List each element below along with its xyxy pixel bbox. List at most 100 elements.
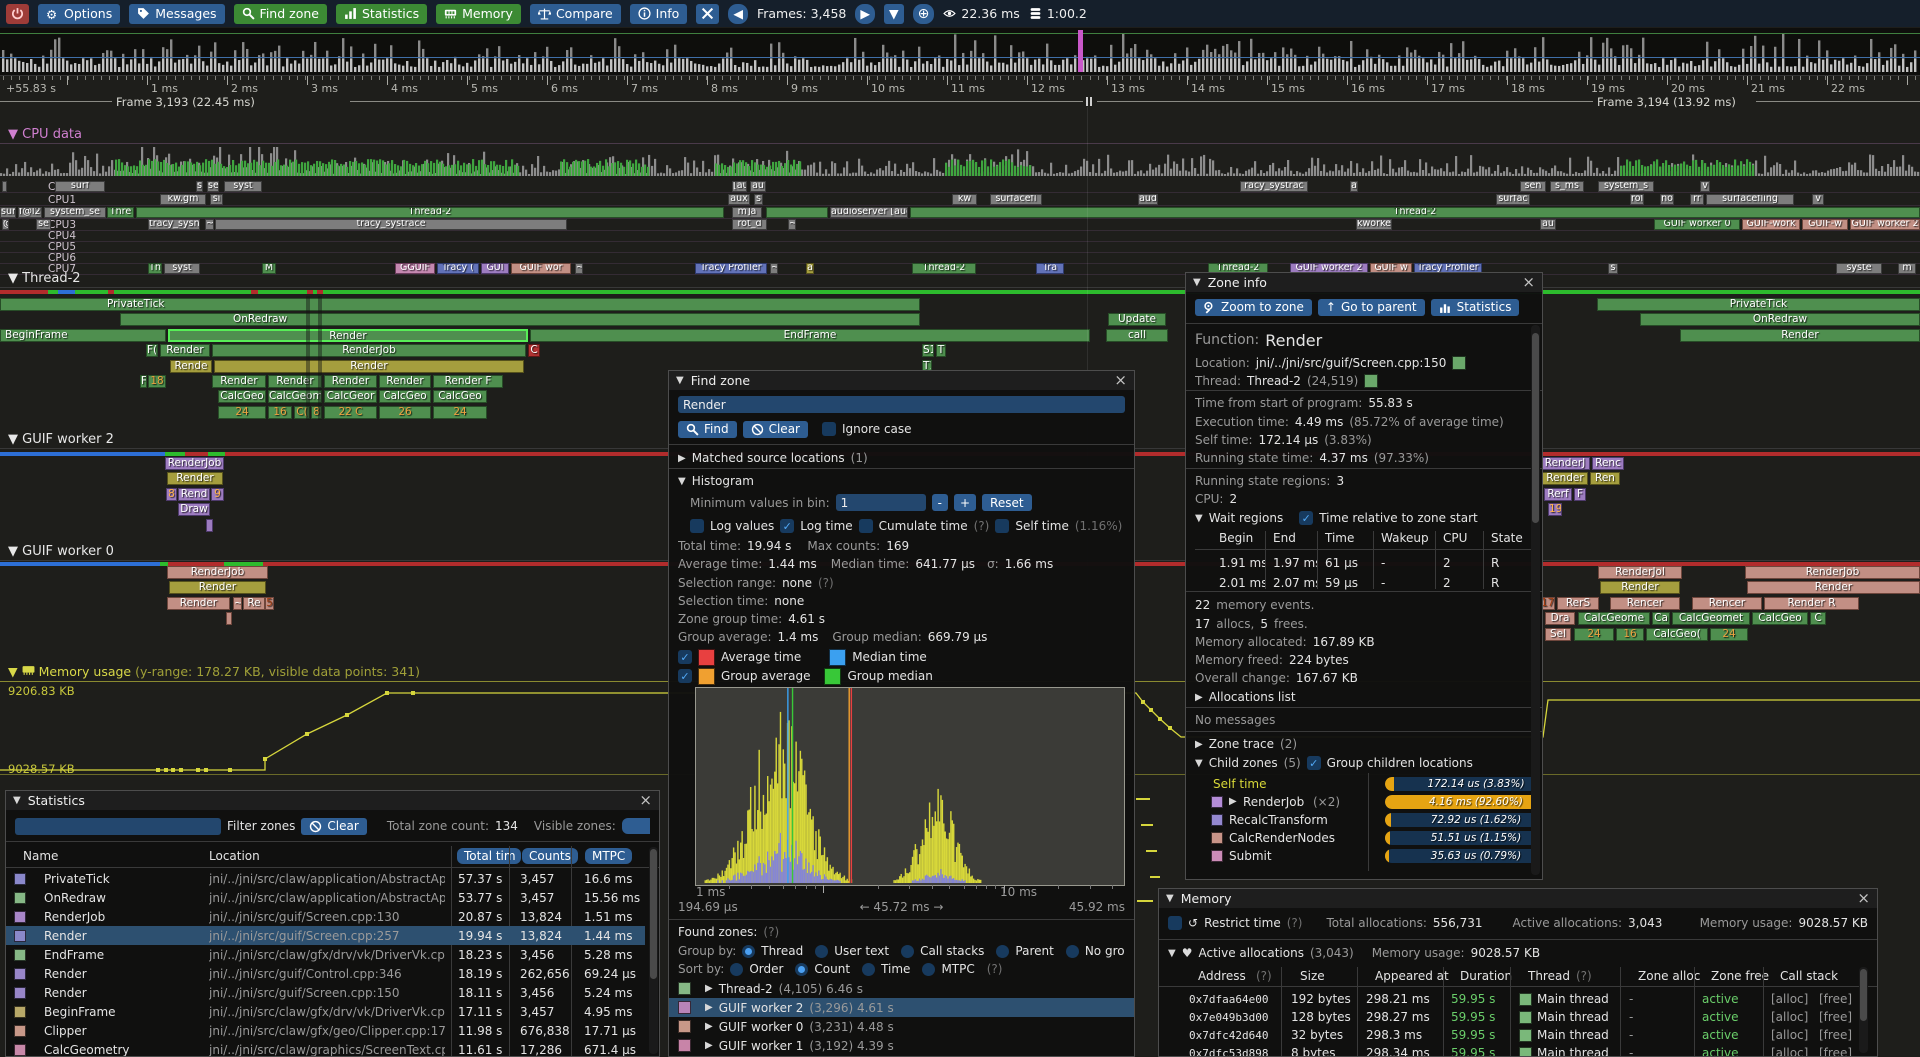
timeline-zone[interactable]: CalcGeomet [1672,612,1750,625]
group-children-checkbox[interactable]: ✓ [1307,756,1321,770]
radio-no-groupin[interactable] [1066,945,1079,958]
timeline-zone[interactable]: Render F [433,375,503,388]
timeline-zone[interactable]: m]a [732,207,762,218]
timeline-zone[interactable]: RenderJob [212,344,526,357]
collapse-icon[interactable]: ▼ [676,375,684,386]
timeline-zone[interactable]: rot_d [732,219,767,230]
timeline-zone[interactable]: au [750,181,766,192]
close-icon[interactable]: × [1114,373,1127,388]
self-time-checkbox[interactable]: ✓ [995,519,1009,533]
clear-filter-button[interactable]: Clear [301,818,366,835]
timeline-zone[interactable]: GUIF worker 0 [1654,219,1740,230]
stats-table-row[interactable]: OnRedrawjni/../jni/src/claw/application/… [6,888,645,907]
reset-button[interactable]: Reset [982,494,1032,511]
timeline-zone[interactable]: Render [212,375,266,388]
timeline-zone[interactable]: Update [1108,313,1166,326]
timeline-zone[interactable]: m [1898,263,1916,274]
messages-button[interactable]: Messages [129,4,224,24]
timeline-zone[interactable]: v [1700,181,1710,192]
timeline-zone[interactable]: C [528,344,540,357]
statistics-button[interactable]: Statistics [336,4,427,24]
stats-table-row[interactable]: PrivateTickjni/../jni/src/claw/applicati… [6,869,645,888]
frame-overview-graph[interactable] [0,28,1920,76]
col-size[interactable]: Size [1300,969,1325,983]
crosshair-button[interactable]: ⊕ [913,4,935,24]
timeline-zone[interactable]: 16 [1616,628,1644,641]
timeline-zone[interactable]: system_se [44,207,106,218]
timeline-zone[interactable]: GUIF-w [1802,219,1848,230]
child-zone-row[interactable]: CalcRenderNodes51.51 us (1.15%) [1195,829,1533,846]
timeline-zone[interactable]: Sel [1545,628,1571,641]
expand-icon[interactable]: ▶ [1229,796,1237,807]
timeline-zone[interactable]: EndFrame [530,329,1090,342]
timeline-zone[interactable]: Thre [107,207,134,218]
timeline-zone[interactable]: RenderJob [165,457,224,470]
timeline-zone[interactable]: 24 [218,406,266,419]
radio-call-stacks[interactable] [901,945,914,958]
timeline-zone[interactable]: rol [1630,194,1644,205]
timeline-zone[interactable]: racy_systrac [1240,181,1308,192]
timeline-zone[interactable]: 26 [379,406,431,419]
timeline-zone[interactable]: Tra [1036,263,1064,274]
thread-header[interactable]: ▼ GUIF worker 0 [8,544,114,559]
stats-table-row[interactable]: EndFramejni/../jni/src/claw/gfx/drv/vk/D… [6,945,645,964]
timeline-zone[interactable]: se [207,181,219,192]
log-time-checkbox[interactable]: ✓ [780,519,794,533]
allocation-row[interactable]: 0x7e049b3d00128 bytes298.27 ms59.95 sMai… [1159,1008,1857,1026]
timeline-zone[interactable]: CalcGeor [324,390,377,403]
timeline-zone[interactable]: s [196,181,203,192]
timeline-zone[interactable] [206,519,213,532]
close-icon[interactable]: × [639,793,652,808]
timeline-zone[interactable]: 8 [166,488,177,501]
timeline-zone[interactable]: 16 [268,406,292,419]
timeline-zone[interactable]: call [1106,329,1168,342]
scrollbar[interactable] [1531,325,1540,875]
thread-header[interactable]: ▼ GUIF worker 2 [8,432,114,447]
col-counts-sort[interactable]: Counts [522,848,578,864]
collapse-icon[interactable]: ▼ [13,795,21,806]
wait-col-cpu[interactable]: CPU [1443,531,1467,545]
zoom-to-zone-button[interactable]: Zoom to zone [1195,299,1312,316]
wait-col-state[interactable]: State [1491,531,1523,545]
timeline-zone[interactable]: Rencer [1692,597,1762,610]
timeline-zone[interactable]: CalcGeo [1752,612,1808,625]
filter-input[interactable] [15,818,221,835]
timeline-zone[interactable]: a [1350,181,1358,192]
timeline-zone[interactable]: Thread-2 [912,263,976,274]
timeline-zone[interactable]: GUIF worker 2 [1850,219,1920,230]
next-frame-button[interactable]: ▶ [855,4,875,24]
stats-table-row[interactable]: Renderjni/../jni/src/guif/Screen.cpp:257… [6,926,645,945]
timeline-zone[interactable]: Render [1747,581,1920,594]
expand-icon[interactable]: ▶ [705,983,713,994]
timeline-zone[interactable]: a [806,263,814,274]
timeline-zone[interactable]: F [140,375,147,388]
memory-usage-plot-header[interactable]: ▼ Memory usage (y-range: 178.27 KB, visi… [8,664,420,679]
timeline-zone[interactable]: Render R [1764,597,1859,610]
collapse-icon[interactable]: ▼ [678,476,686,487]
timeline-zone[interactable]: 19 [1548,503,1562,516]
found-group-row[interactable]: ▶GUIF worker 0(3,231) 4.48 s [669,1017,1134,1036]
timeline-zone[interactable]: Th [148,263,162,274]
statistics-titlebar[interactable]: ▼Statistics× [6,791,659,811]
timeline-zone[interactable]: CalcGeome [268,390,322,403]
timeline-zone[interactable]: RenderJob [1745,566,1920,579]
timeline-zone[interactable]: Thread-2 [136,207,724,218]
collapse-icon[interactable]: ▼ [1195,513,1203,524]
timeline-zone[interactable]: 5 [265,597,274,610]
timeline-zone[interactable]: Rend [178,488,210,501]
timeline-zone[interactable]: kw.gm [160,194,206,205]
timeline-zone[interactable]: F [1574,488,1586,501]
selected-zone[interactable]: Render [168,329,528,342]
timeline-zone[interactable]: OnRedraw [120,313,920,326]
child-zone-row[interactable]: Self time172.14 us (3.83%) [1195,775,1533,792]
expand-icon[interactable]: ▶ [678,453,686,464]
timeline-zone[interactable]: f@l2g [18,207,42,218]
found-group-row[interactable]: ▶GUIF worker 1(3,192) 4.39 s [669,1036,1134,1055]
radio-thread[interactable] [742,945,755,958]
timeline-zone[interactable]: Render [268,375,322,388]
timeline-zone[interactable]: Tracy Profiler [695,263,767,274]
timeline-zone[interactable]: sur [0,207,16,218]
wait-col-wakeup[interactable]: Wakeup [1381,531,1429,545]
timeline-zone[interactable]: syst [224,181,262,192]
cpu-data-header[interactable]: ▼ CPU data [8,127,82,142]
